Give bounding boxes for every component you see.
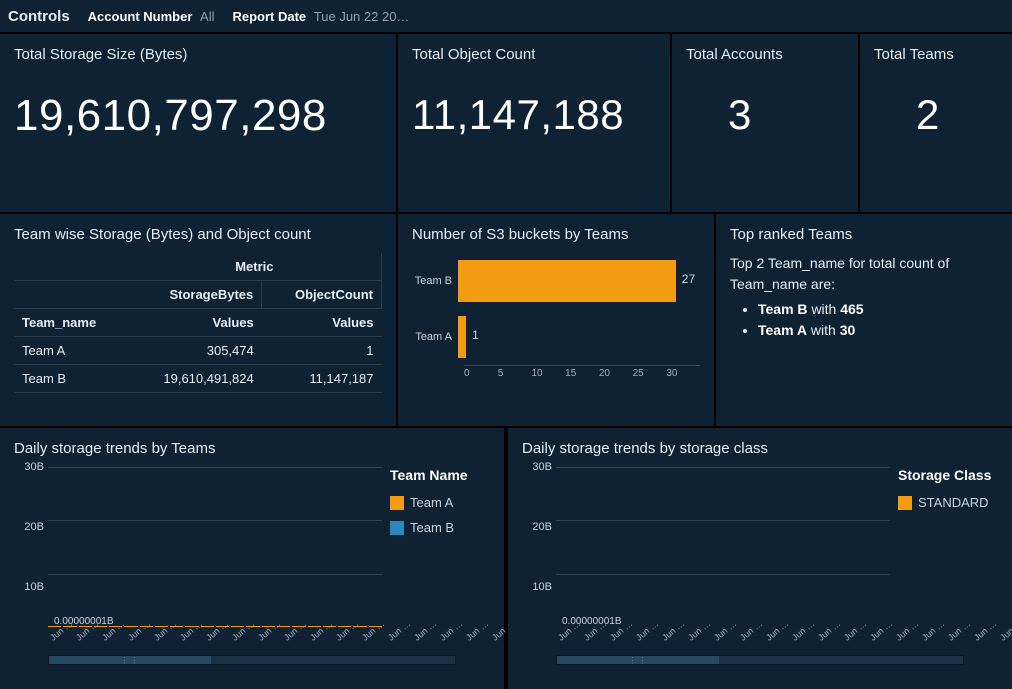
top-ranked-text: Top 2 Team_name for total count of Team_… (730, 253, 998, 341)
top-ranked-lead: Top 2 Team_name for total count of Team_… (730, 253, 998, 295)
bucket-chart-title: Number of S3 buckets by Teams (412, 226, 700, 243)
sub-values-1: Values (128, 309, 262, 337)
kpi-object-count-label: Total Object Count (412, 46, 656, 63)
legend-title-team: Team Name (390, 467, 490, 483)
kpi-total-teams-value: 2 (874, 91, 998, 139)
filter-account-value: All (200, 9, 214, 24)
kpi-total-storage-label: Total Storage Size (Bytes) (14, 46, 382, 63)
ts-by-class-scrollbar[interactable]: ⋮⋮ (556, 655, 964, 665)
kpi-total-teams-label: Total Teams (874, 46, 998, 63)
filter-report-date[interactable]: Report Date Tue Jun 22 20… (232, 9, 409, 24)
kpi-total-accounts-value: 3 (686, 91, 844, 139)
ts-by-class-panel: Daily storage trends by storage class 30… (508, 428, 1012, 689)
bucket-bar-team-a[interactable]: Team A1 (412, 309, 700, 365)
team-storage-table-title: Team wise Storage (Bytes) and Object cou… (14, 226, 382, 243)
legend-item-standard[interactable]: STANDARD (898, 495, 998, 510)
scrollbar-thumb[interactable]: ⋮⋮ (557, 656, 719, 664)
rank-item-2-name: Team A (758, 322, 807, 338)
kpi-object-count: Total Object Count 11,147,188 (398, 34, 670, 212)
ts-by-class-legend: Storage Class STANDARD (890, 467, 998, 647)
ts-by-team-title: Daily storage trends by Teams (14, 440, 490, 457)
kpi-total-teams: Total Teams 2 (860, 34, 1012, 212)
bucket-bar-team-b[interactable]: Team B27 (412, 253, 700, 309)
ts-by-class-title: Daily storage trends by storage class (522, 440, 998, 457)
scrollbar-thumb[interactable]: ⋮⋮ (49, 656, 211, 664)
rank-item-2-count: 30 (840, 322, 856, 338)
ts-by-team-panel: Daily storage trends by Teams 30B20B10B0… (0, 428, 504, 689)
cell-team-b-objects: 11,147,187 (262, 365, 382, 393)
metric-header: Metric (128, 253, 382, 281)
kpi-total-storage-value: 19,610,797,298 (14, 91, 382, 141)
table-row[interactable]: Team A 305,474 1 (14, 337, 382, 365)
col-objects[interactable]: ObjectCount (262, 281, 382, 309)
cell-team-a-storage: 305,474 (128, 337, 262, 365)
top-ranked-title: Top ranked Teams (730, 226, 998, 243)
bucket-chart[interactable]: Team B27Team A1051015202530 (412, 253, 700, 403)
legend-item-team-b[interactable]: Team B (390, 520, 490, 535)
team-storage-table: Metric StorageBytes ObjectCount Team_nam… (14, 253, 382, 393)
legend-swatch-icon (390, 496, 404, 510)
cell-team-b: Team B (14, 365, 128, 393)
kpi-object-count-value: 11,147,188 (412, 91, 656, 139)
bucket-chart-panel: Number of S3 buckets by Teams Team B27Te… (398, 214, 714, 426)
filter-account[interactable]: Account Number All (88, 9, 215, 24)
ts-by-team-scrollbar[interactable]: ⋮⋮ (48, 655, 456, 665)
rank-item-2: Team A with 30 (758, 320, 998, 341)
legend-swatch-icon (898, 496, 912, 510)
kpi-total-accounts: Total Accounts 3 (672, 34, 858, 212)
cell-team-b-storage: 19,610,491,824 (128, 365, 262, 393)
filter-date-label: Report Date (232, 9, 306, 24)
legend-item-team-a[interactable]: Team A (390, 495, 490, 510)
top-ranked-panel: Top ranked Teams Top 2 Team_name for tot… (716, 214, 1012, 426)
filter-date-value: Tue Jun 22 20… (314, 9, 410, 24)
col-team[interactable]: Team_name (14, 309, 128, 337)
ts-by-team-legend: Team Name Team A Team B (382, 467, 490, 647)
cell-team-a-objects: 1 (262, 337, 382, 365)
cell-team-a: Team A (14, 337, 128, 365)
kpi-total-accounts-label: Total Accounts (686, 46, 844, 63)
sub-values-2: Values (262, 309, 382, 337)
rank-item-1: Team B with 465 (758, 299, 998, 320)
col-storage[interactable]: StorageBytes (128, 281, 262, 309)
controls-bar: Controls Account Number All Report Date … (0, 0, 1012, 32)
table-row[interactable]: Team B 19,610,491,824 11,147,187 (14, 365, 382, 393)
legend-title-class: Storage Class (898, 467, 998, 483)
ts-by-class-chart[interactable]: 30B20B10B0.00000001BJun …Jun …Jun …Jun …… (522, 467, 890, 647)
controls-title: Controls (8, 8, 70, 25)
filter-account-label: Account Number (88, 9, 193, 24)
rank-item-1-count: 465 (840, 301, 863, 317)
rank-item-1-name: Team B (758, 301, 808, 317)
kpi-total-storage: Total Storage Size (Bytes) 19,610,797,29… (0, 34, 396, 212)
legend-swatch-icon (390, 521, 404, 535)
ts-by-team-chart[interactable]: 30B20B10B0.00000001BJun …Jun …Jun …Jun …… (14, 467, 382, 647)
team-storage-table-panel: Team wise Storage (Bytes) and Object cou… (0, 214, 396, 426)
